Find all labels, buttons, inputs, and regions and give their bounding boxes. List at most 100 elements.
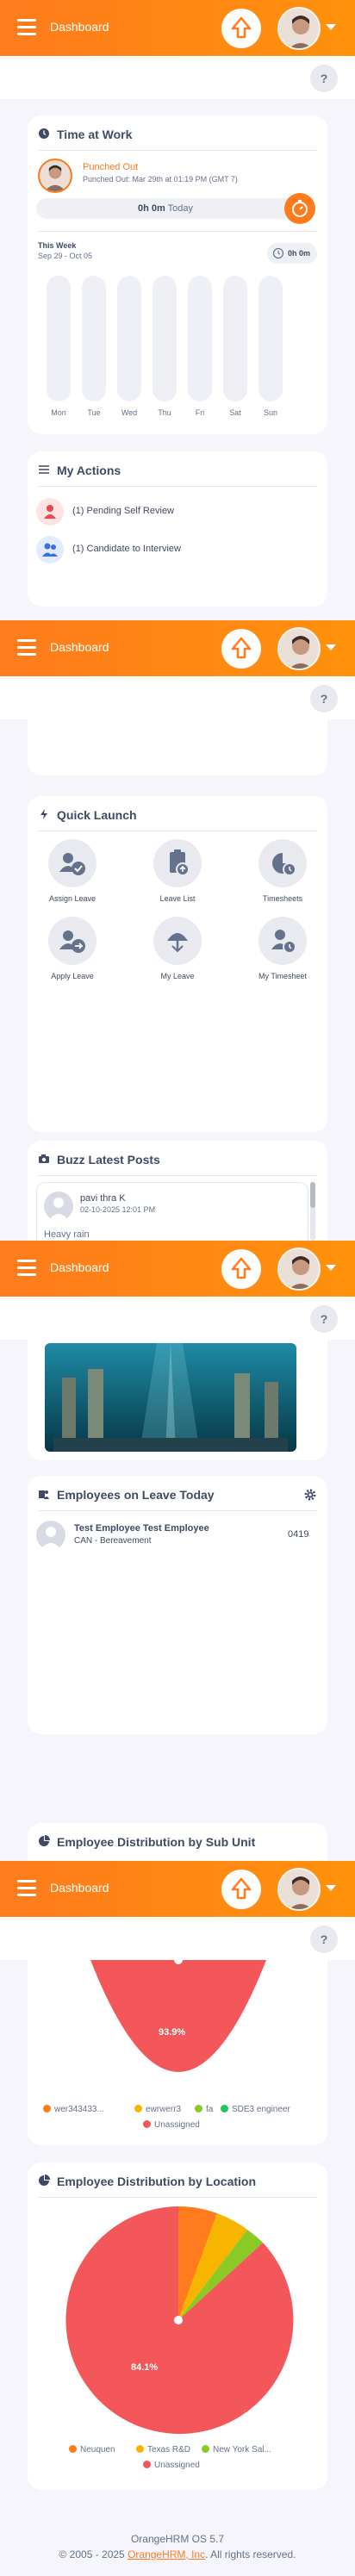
people-icon — [36, 536, 64, 563]
quick-launch-label: Leave List — [159, 894, 196, 903]
quick-launch-card: Quick Launch Assign Leave Leave List Tim… — [28, 796, 327, 1132]
card-title: My Actions — [57, 464, 121, 477]
timesheets-icon — [258, 839, 307, 887]
quick-launch-label: My Leave — [160, 972, 195, 980]
buzz-scrollbar[interactable] — [310, 1182, 315, 1241]
location-pie-chart[interactable] — [62, 2204, 295, 2436]
card-title: Buzz Latest Posts — [57, 1153, 160, 1167]
legend-item[interactable]: New York Sal... — [202, 2445, 271, 2455]
buzz-post[interactable]: pavi thra K 02-10-2025 12:01 PM Heavy ra… — [36, 1182, 308, 1241]
footer-version: OrangeHRM OS 5.7 — [130, 2533, 225, 2545]
week-total: 0h 0m — [267, 243, 317, 264]
chevron-down-icon[interactable] — [326, 24, 336, 30]
legend-item[interactable]: Neuquen — [69, 2445, 115, 2455]
quick-launch-leave-list[interactable]: Leave List — [139, 839, 216, 903]
post-time: 02-10-2025 12:01 PM — [80, 1205, 156, 1214]
action-item[interactable]: (1) Pending Self Review — [36, 498, 295, 526]
camera-icon — [39, 1154, 49, 1163]
app-header: Dashboard — [0, 1861, 355, 1917]
chevron-down-icon[interactable] — [326, 1265, 336, 1271]
legend-item[interactable]: Unassigned — [143, 2461, 200, 2470]
legend-item[interactable]: ewrwerr3 — [134, 2105, 181, 2114]
buzz-post-image[interactable] — [45, 1343, 296, 1452]
legend-item[interactable]: SDE3 engineer — [221, 2105, 290, 2114]
dist-location-card: Employee Distribution by Location 84.1% … — [28, 2162, 327, 2490]
leave-row[interactable]: Test Employee Test Employee CAN - Bereav… — [36, 1521, 317, 1555]
legend-item[interactable]: fa — [195, 2105, 213, 2114]
divider — [38, 150, 317, 151]
divider — [38, 1510, 317, 1511]
quick-launch-assign-leave[interactable]: Assign Leave — [34, 839, 111, 903]
menu-icon[interactable] — [17, 639, 36, 656]
quick-launch-my-timesheet[interactable]: My Timesheet — [244, 917, 321, 980]
day-label: Sun — [263, 408, 277, 417]
legend-item[interactable]: wer343433... — [43, 2105, 104, 2114]
help-button[interactable]: ? — [310, 685, 338, 712]
lightning-icon — [40, 809, 47, 819]
help-button[interactable]: ? — [310, 65, 338, 92]
gear-icon[interactable] — [303, 1488, 317, 1502]
day-bar — [117, 276, 141, 401]
avatar — [38, 159, 72, 193]
pie-percent-label: 93.9% — [159, 2027, 186, 2038]
quick-launch-apply-leave[interactable]: Apply Leave — [34, 917, 111, 980]
day-bar — [82, 276, 106, 401]
leave-type: CAN - Bereavement — [74, 1536, 152, 1546]
help-button[interactable]: ? — [310, 1926, 338, 1953]
sub-unit-pie-chart[interactable] — [62, 1960, 295, 2089]
top-subbar: ? — [0, 676, 355, 719]
my-timesheet-icon — [258, 917, 307, 965]
quick-launch-my-leave[interactable]: My Leave — [139, 917, 216, 980]
upgrade-icon — [231, 1257, 252, 1279]
quick-launch-label: Timesheets — [262, 894, 303, 903]
upgrade-icon — [231, 637, 252, 659]
upgrade-button[interactable] — [221, 9, 261, 48]
avatar[interactable] — [277, 627, 321, 670]
assign-leave-icon — [48, 839, 97, 887]
day-bar — [153, 276, 177, 401]
employee-name: Test Employee Test Employee — [74, 1523, 209, 1534]
day-bar — [223, 276, 247, 401]
divider — [38, 231, 317, 232]
day-label: Mon — [51, 408, 66, 417]
menu-icon[interactable] — [17, 1260, 36, 1277]
help-button[interactable]: ? — [310, 1305, 338, 1333]
apply-leave-icon — [48, 917, 97, 965]
punch-button[interactable] — [284, 193, 315, 224]
upgrade-button[interactable] — [221, 1870, 261, 1909]
action-label: (1) Pending Self Review — [72, 506, 175, 516]
avatar[interactable] — [277, 1248, 321, 1291]
post-text: Heavy rain — [44, 1229, 90, 1240]
action-item[interactable]: (1) Candidate to Interview — [36, 536, 295, 563]
pie-slice-unassigned[interactable] — [90, 1960, 266, 2072]
day-label: Sat — [229, 408, 241, 417]
pie-center — [174, 2316, 183, 2324]
divider — [38, 486, 317, 487]
upgrade-icon — [231, 16, 252, 39]
day-bar — [188, 276, 212, 401]
menu-icon[interactable] — [17, 1880, 36, 1897]
page-title: Dashboard — [50, 1881, 109, 1895]
company-link[interactable]: OrangeHRM, Inc — [128, 2548, 205, 2560]
employees-on-leave-card: Employees on Leave Today Test Employee T… — [28, 1476, 327, 1734]
upgrade-button[interactable] — [221, 629, 261, 669]
avatar[interactable] — [277, 7, 321, 50]
my-leave-icon — [153, 917, 202, 965]
upgrade-button[interactable] — [221, 1249, 261, 1289]
day-bar — [258, 276, 283, 401]
card-title: Employee Distribution by Location — [57, 2175, 257, 2188]
legend-item[interactable]: Unassigned — [143, 2120, 200, 2130]
chevron-down-icon[interactable] — [326, 1885, 336, 1891]
app-header: Dashboard — [0, 1241, 355, 1297]
pie-percent-label: 84.1% — [131, 2362, 159, 2373]
footer-copyright: © 2005 - 2025 OrangeHRM, Inc. All rights… — [59, 2548, 296, 2560]
chevron-down-icon[interactable] — [326, 644, 336, 650]
today-hours: 0h 0m — [137, 203, 165, 214]
quick-launch-timesheets[interactable]: Timesheets — [244, 839, 321, 903]
avatar[interactable] — [277, 1868, 321, 1911]
app-header: Dashboard — [0, 0, 355, 56]
page-title: Dashboard — [50, 20, 109, 34]
menu-icon[interactable] — [17, 19, 36, 36]
legend-item[interactable]: Texas R&D — [136, 2445, 190, 2455]
top-subbar: ? — [0, 1917, 355, 1960]
